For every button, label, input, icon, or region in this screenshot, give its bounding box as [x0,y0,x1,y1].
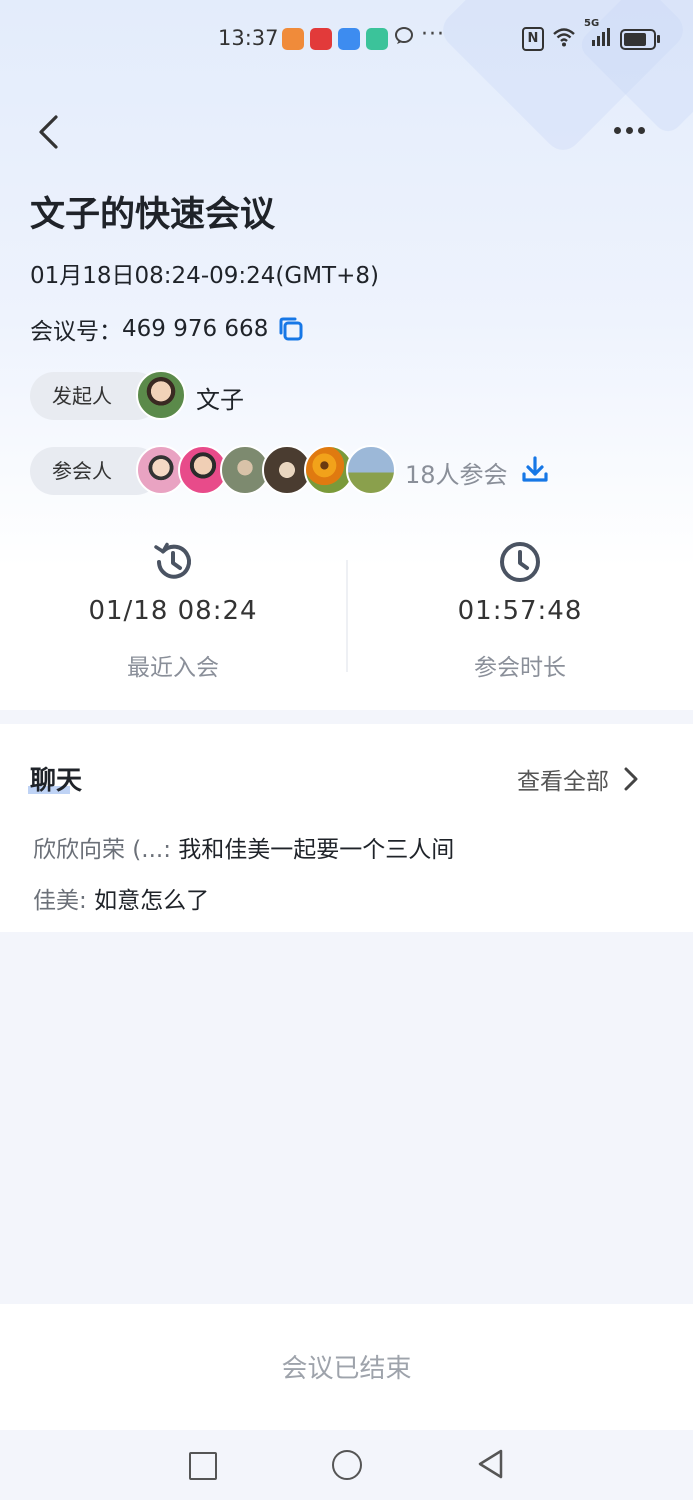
download-icon[interactable] [520,455,550,485]
status-notification-icons [282,26,416,51]
recents-button[interactable] [189,1452,217,1480]
duration-stat: 01:57:48 参会时长 [347,520,693,710]
meeting-id-label: 会议号： [30,319,122,345]
meeting-title: 文子的快速会议 [30,195,276,235]
meeting-id-value: 469 976 668 [122,316,269,342]
attendee-label: 参会人 [52,459,112,483]
meeting-ended-bar: 会议已结束 [0,1304,693,1430]
meeting-ended-text: 会议已结束 [281,1354,412,1384]
more-dot [637,126,645,134]
back-button[interactable] [30,112,66,152]
status-system-icons: N 5G [522,18,660,52]
duration-label: 参会时长 [474,655,566,681]
network-type: 5G [584,18,600,29]
chat-sender: 佳美: [33,888,87,914]
attendee-count: 18人参会 [405,461,508,489]
attendee-row[interactable]: 参会人 18人参会 [0,445,693,495]
wifi-icon [552,27,576,51]
avatar [346,445,396,495]
triangle-back-icon [478,1449,503,1479]
copy-icon[interactable] [278,316,304,342]
chevron-left-icon [39,115,58,149]
app-notification-icon [338,27,360,50]
status-overflow-dots: ··· [421,22,445,47]
status-bar: 13:37 ··· N 5G [0,0,693,78]
app-notification-icon [282,27,304,50]
chat-text: 如意怎么了 [94,888,210,914]
chat-title: 聊天 [30,766,83,796]
history-icon [151,540,195,584]
host-name: 文子 [196,386,244,414]
system-navigation-bar [0,1430,693,1500]
chat-message: 佳美: 如意怎么了 [33,881,209,915]
chat-text: 我和佳美一起要一个三人间 [178,837,455,863]
cellular-signal-icon: 5G [584,18,612,52]
avatar[interactable] [136,370,186,420]
chat-message: 欣欣向荣 (...: 我和佳美一起要一个三人间 [33,830,454,864]
battery-icon [620,28,660,50]
nfc-icon: N [522,27,544,51]
clock-icon [498,540,542,584]
chevron-right-icon [624,767,638,791]
duration-value: 01:57:48 [457,596,583,626]
app-notification-icon [366,27,388,50]
status-time: 13:37 [218,26,279,50]
view-all-chat-button[interactable]: 查看全部 [517,762,643,796]
recent-join-value: 01/18 08:24 [88,596,258,626]
meeting-id-row: 会议号： 469 976 668 [30,312,304,346]
host-row: 发起人 文子 [0,370,693,420]
system-back-button[interactable] [476,1448,506,1480]
home-button[interactable] [332,1450,362,1480]
recent-join-stat: 01/18 08:24 最近入会 [0,520,346,710]
view-all-label: 查看全部 [517,769,609,795]
more-dot [613,126,621,134]
more-options-button[interactable] [606,112,652,148]
meeting-stats: 01/18 08:24 最近入会 01:57:48 参会时长 [0,520,693,710]
chat-section: 聊天 查看全部 欣欣向荣 (...: 我和佳美一起要一个三人间 佳美: 如意怎么… [0,724,693,932]
chat-sender: 欣欣向荣 (...: [33,837,171,863]
recent-join-label: 最近入会 [127,655,219,681]
more-dot [625,126,633,134]
meeting-time-range: 01月18日08:24-09:24(GMT+8) [30,263,379,289]
host-label: 发起人 [52,384,112,408]
app-notification-icon [310,27,332,50]
chat-bubble-icon [394,26,416,51]
